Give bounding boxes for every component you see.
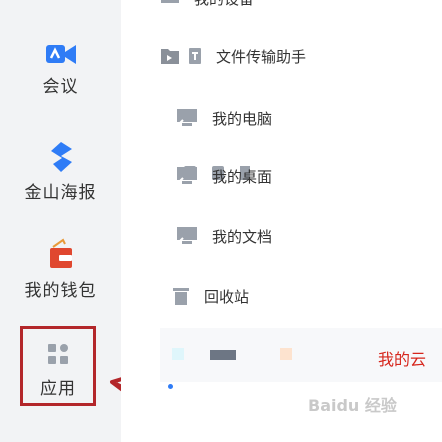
device-icon xyxy=(161,0,179,3)
highlight-box xyxy=(20,326,96,406)
list-item-my-computer[interactable]: 我的电脑 xyxy=(176,106,272,130)
tag-icon xyxy=(189,48,201,64)
sidebar-item-wallet[interactable]: 我的钱包 xyxy=(0,238,121,301)
sidebar-item-label: 金山海报 xyxy=(24,183,97,203)
sidebar-item-label: 我的钱包 xyxy=(24,281,97,301)
desktop-icon xyxy=(177,167,197,184)
tray-block-cyan xyxy=(172,348,184,360)
poster-icon xyxy=(50,142,72,172)
list-item-label: 我的设备 xyxy=(194,0,254,9)
list-item-recycle-bin[interactable]: 回收站 xyxy=(172,284,249,308)
watermark: Baidu 经验 xyxy=(308,396,397,415)
documents-icon xyxy=(177,227,197,244)
sidebar-item-poster[interactable]: 金山海报 xyxy=(0,142,121,203)
list-item-label: 回收站 xyxy=(204,287,250,306)
list-item-my-desktop[interactable]: 我的桌面 xyxy=(176,164,272,188)
computer-icon xyxy=(177,109,197,126)
list-item-my-documents[interactable]: 我的文档 xyxy=(176,224,272,248)
trash-icon xyxy=(173,288,189,305)
folder-send-icon xyxy=(161,49,179,64)
list-item-label: 我的文档 xyxy=(212,227,273,246)
tray-block-peach xyxy=(280,348,292,360)
wallet-icon xyxy=(49,238,72,268)
sidebar-item-label: 会议 xyxy=(42,77,79,97)
list-item-label: 我的电脑 xyxy=(212,109,273,128)
tray-dot xyxy=(168,384,173,389)
tray-label: 我的云 xyxy=(378,350,427,369)
tray-block-slate xyxy=(210,350,236,360)
list-item-my-devices[interactable]: 我的设备 xyxy=(160,0,254,10)
list-item-file-transfer[interactable]: 文件传输助手 xyxy=(160,44,306,68)
list-item-label: 我的桌面 xyxy=(212,167,273,186)
list-item-label: 文件传输助手 xyxy=(216,47,307,66)
video-camera-icon xyxy=(45,45,76,64)
sidebar-item-meeting[interactable]: 会议 xyxy=(0,44,121,97)
